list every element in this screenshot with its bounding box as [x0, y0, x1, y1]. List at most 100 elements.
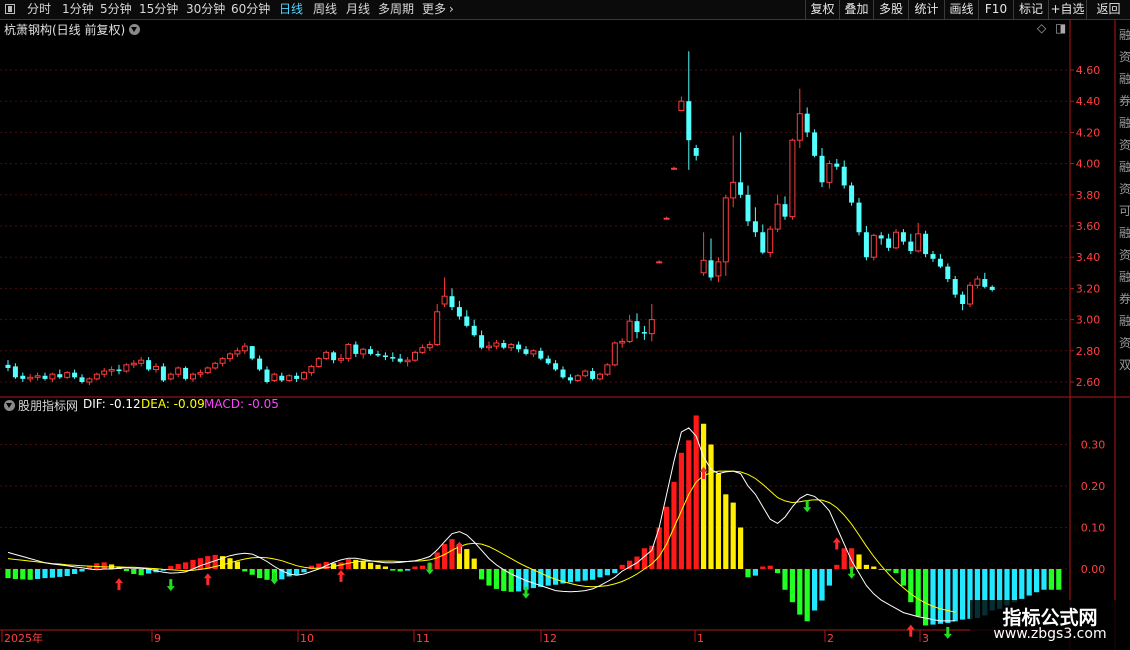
candle-body — [730, 181, 737, 199]
kline-chart: 4.60 4.40 4.20 4.00 3.80 3.60 3.40 3.20 3.00 2.80… — [0, 20, 1130, 650]
macd-bar — [619, 564, 625, 569]
candle-body — [175, 367, 182, 375]
macd-bar — [893, 569, 899, 574]
macd-bar — [12, 569, 18, 579]
candle-body — [315, 358, 322, 367]
candle-body — [57, 374, 63, 378]
candle-body — [212, 362, 219, 369]
toolbar-button-0[interactable]: 复权 — [805, 0, 839, 19]
candle-body — [412, 351, 418, 361]
macd-bar — [686, 440, 692, 569]
period-tab-0[interactable]: 分时 — [27, 0, 51, 19]
panel-toggle-icon[interactable] — [5, 4, 15, 14]
buy-arrow-icon — [906, 624, 915, 637]
macd-bar — [464, 549, 470, 569]
period-tab-1[interactable]: 1分钟 — [62, 0, 94, 19]
candle-body — [34, 375, 41, 378]
sell-arrow-icon — [270, 572, 279, 585]
candle-body — [116, 369, 122, 372]
sell-arrow-icon — [522, 586, 530, 599]
candle-body — [715, 261, 722, 277]
candle-body — [382, 355, 388, 358]
candle-body — [722, 197, 729, 263]
candle-body — [967, 284, 973, 305]
toolbar-button-5[interactable]: F10 — [978, 0, 1013, 19]
macd-bar — [782, 569, 788, 590]
candle-body — [204, 367, 211, 374]
candle-body — [671, 167, 677, 170]
period-tab-5[interactable]: 60分钟 — [231, 0, 270, 19]
macd-bar — [257, 569, 263, 579]
period-tab-9[interactable]: 多周期 — [378, 0, 414, 19]
side-char: 券 — [1119, 94, 1130, 108]
sell-arrow-icon — [166, 579, 175, 592]
candle-body — [72, 372, 78, 378]
macd-bar — [501, 569, 507, 591]
period-tab-8[interactable]: 月线 — [346, 0, 370, 19]
toolbar-button-6[interactable]: 标记 — [1013, 0, 1048, 19]
period-tab-3[interactable]: 15分钟 — [139, 0, 178, 19]
macd-bar — [945, 569, 951, 623]
candle-body — [863, 232, 869, 258]
candle-body — [908, 241, 914, 251]
macd-bar — [908, 569, 914, 603]
period-tab-2[interactable]: 5分钟 — [100, 0, 132, 19]
candle-body — [530, 350, 537, 355]
toolbar-button-8[interactable]: 返回 — [1086, 0, 1130, 19]
toolbar-button-7[interactable]: +自选 — [1048, 0, 1086, 19]
side-char: 资 — [1119, 50, 1130, 64]
candle-body — [878, 235, 884, 239]
toolbar-button-3[interactable]: 统计 — [908, 0, 944, 19]
macd-bar — [582, 569, 588, 581]
macd-bar — [471, 558, 477, 569]
watermark: 指标公式网 www.zbgs3.com — [970, 600, 1130, 650]
candle-body — [501, 343, 507, 348]
period-tab-10[interactable]: 更多 — [422, 0, 446, 19]
toolbar-button-2[interactable]: 多股 — [873, 0, 908, 19]
candle-body — [826, 163, 833, 183]
macd-bar — [183, 562, 189, 569]
more-chevron-icon[interactable]: › — [449, 0, 454, 19]
side-char: 资 — [1119, 138, 1130, 152]
macd-bar — [1019, 569, 1025, 599]
buy-arrow-icon — [115, 578, 123, 591]
candle-body — [945, 266, 951, 280]
macd-bar — [64, 569, 70, 577]
macd-bar — [900, 569, 906, 586]
time-tick-label: 1 — [697, 632, 704, 645]
candle-body — [308, 365, 315, 374]
macd-bar — [72, 569, 78, 574]
diamond-icon[interactable]: ◇ — [1037, 21, 1046, 35]
macd-bar — [20, 569, 26, 580]
expand-icon[interactable]: ◨ — [1055, 21, 1066, 35]
macd-bar — [405, 569, 411, 571]
candle-body — [449, 296, 455, 308]
price-tick-label: 3.20 — [1076, 282, 1101, 295]
candle-body — [441, 295, 448, 305]
macd-bar — [123, 569, 129, 572]
macd-bar — [745, 569, 751, 578]
macd-bar — [264, 569, 270, 580]
macd-bar — [442, 544, 448, 569]
price-tick-label: 4.60 — [1076, 64, 1101, 77]
toolbar-button-1[interactable]: 叠加 — [839, 0, 873, 19]
macd-bar — [434, 552, 440, 569]
macd-bar — [168, 566, 174, 569]
macd-bar — [871, 566, 877, 569]
side-char: 融 — [1119, 28, 1130, 42]
indicator-dropdown-icon[interactable] — [4, 400, 15, 411]
macd-bar — [886, 569, 892, 571]
period-tab-6[interactable]: 日线 — [279, 0, 303, 19]
candle-body — [574, 375, 581, 381]
macd-bar — [937, 569, 943, 624]
candle-body — [146, 360, 152, 370]
candle-body — [782, 204, 788, 217]
period-tab-7[interactable]: 周线 — [313, 0, 337, 19]
candle-body — [338, 358, 344, 361]
period-tab-4[interactable]: 30分钟 — [186, 0, 225, 19]
candle-body — [708, 260, 714, 278]
toolbar-button-4[interactable]: 画线 — [944, 0, 978, 19]
main-dropdown-icon[interactable] — [129, 24, 140, 35]
side-char: 融 — [1119, 314, 1130, 328]
macd-bar — [804, 569, 810, 622]
